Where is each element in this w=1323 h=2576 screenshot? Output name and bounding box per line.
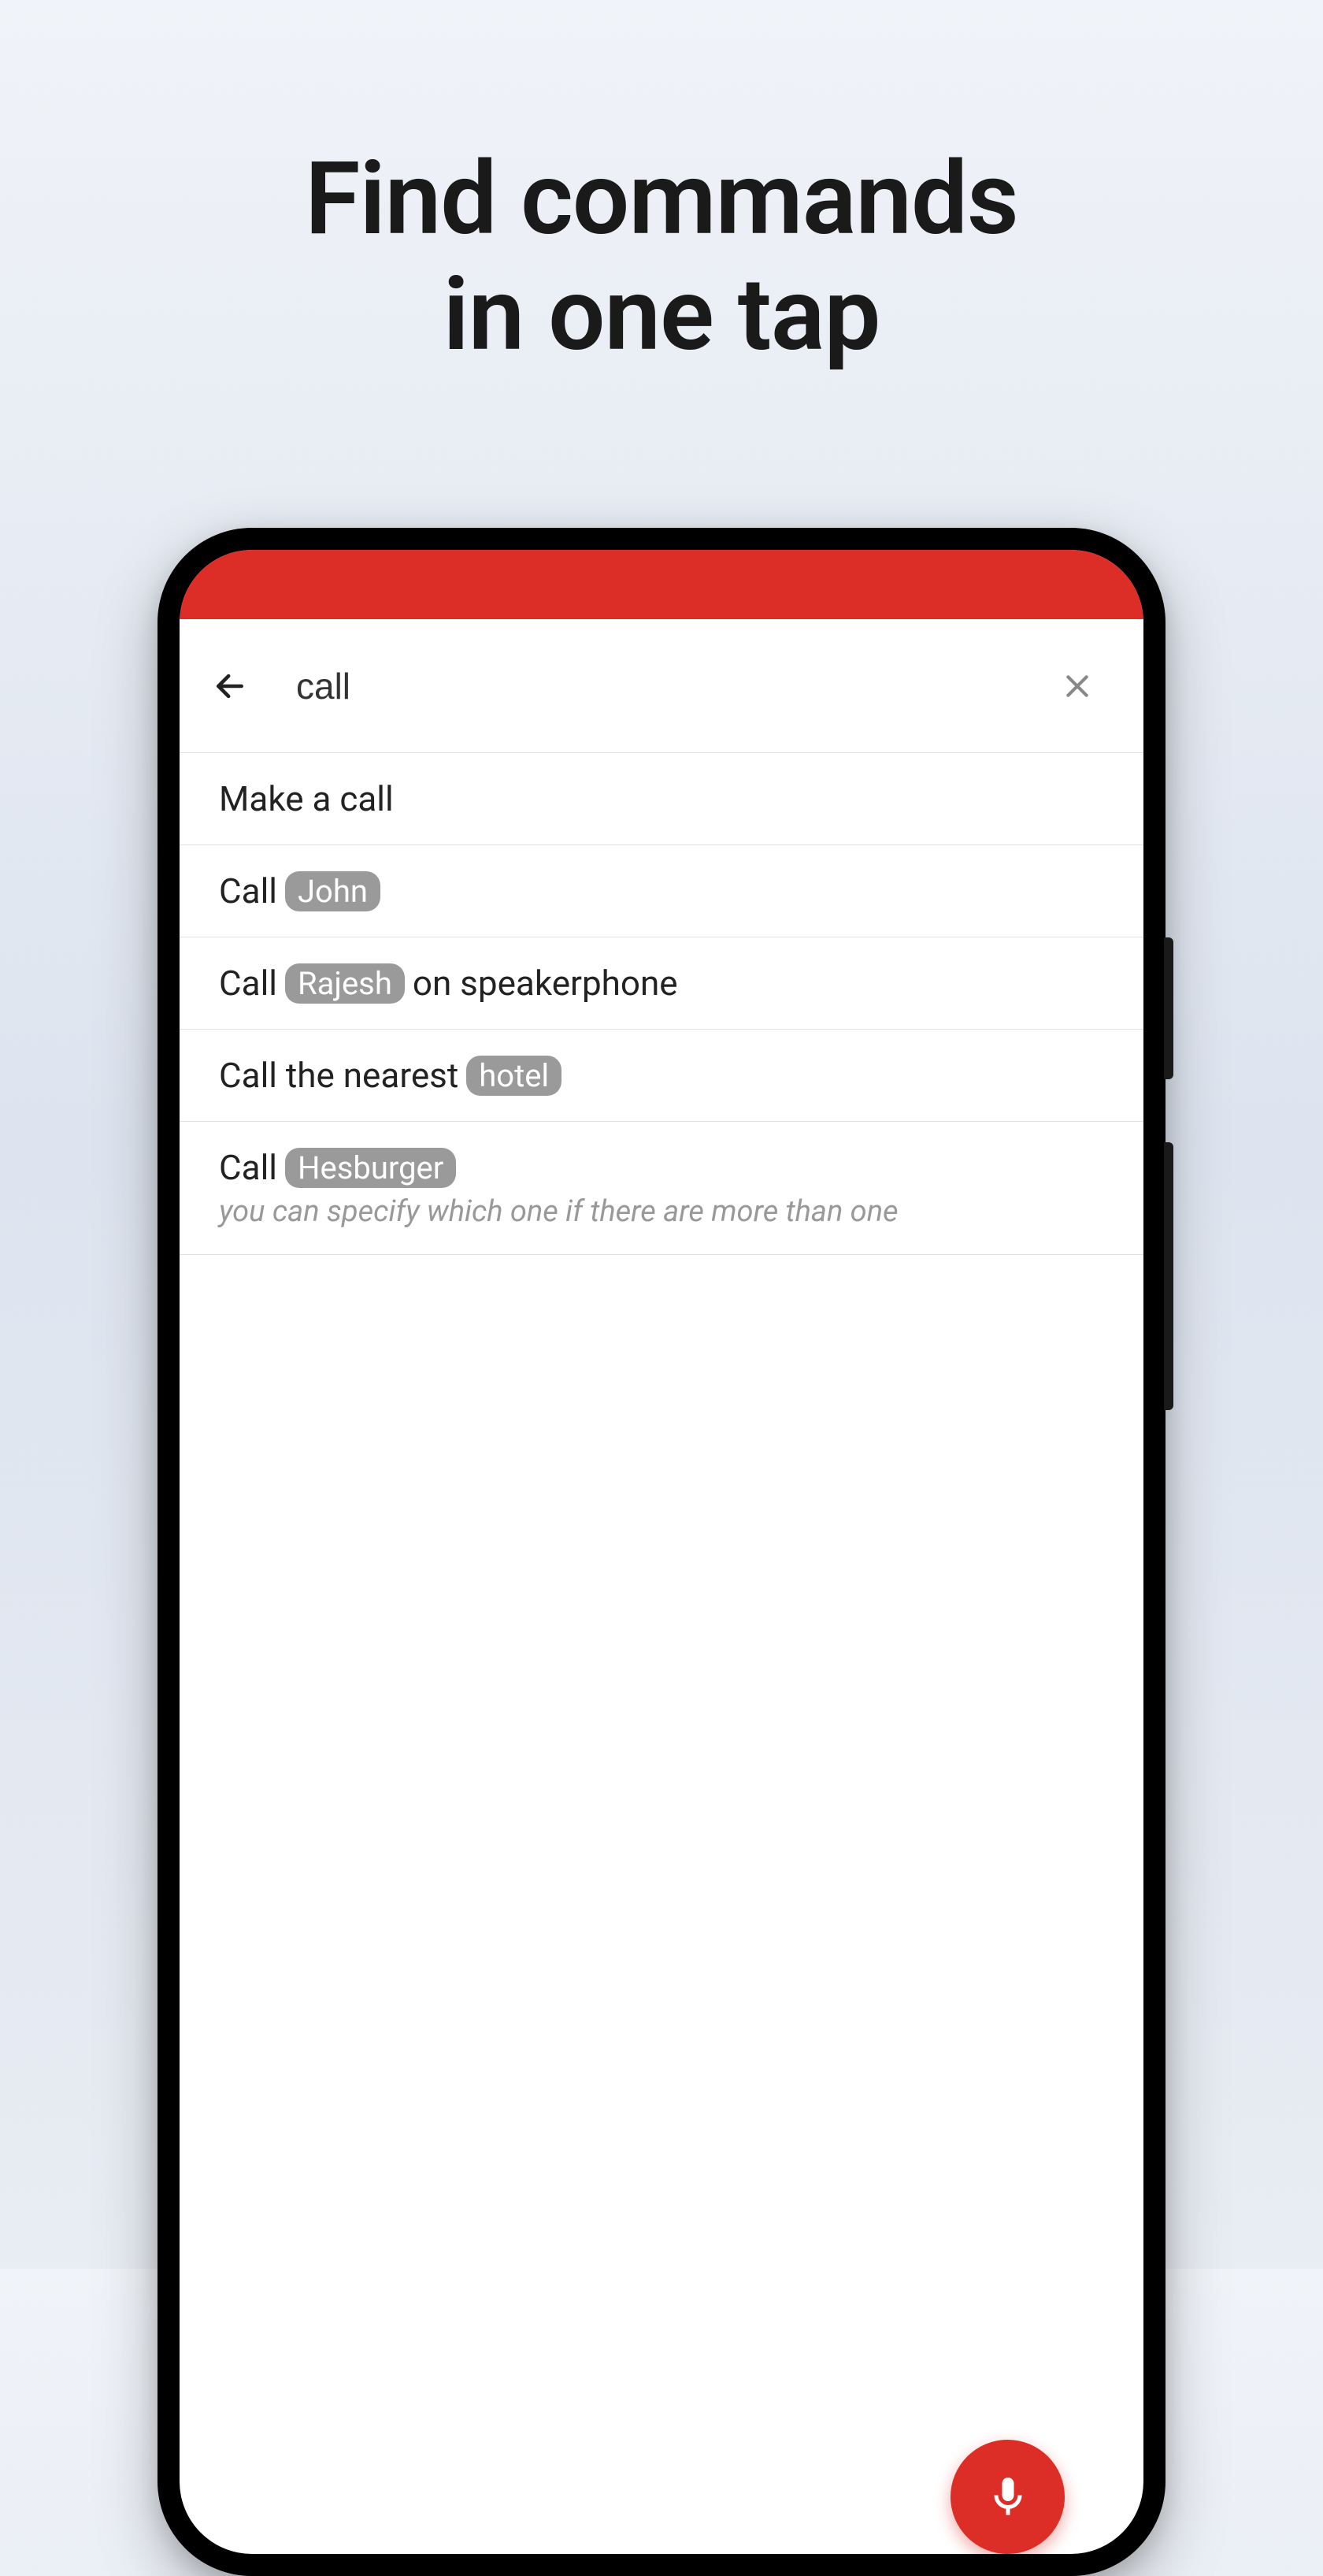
search-input[interactable] bbox=[249, 665, 1058, 707]
phone-frame: Make a callCallJohnCallRajeshon speakerp… bbox=[158, 528, 1166, 2576]
result-item[interactable]: CallHesburger you can specify which one i… bbox=[180, 1122, 1143, 1255]
result-main-line: CallHesburger bbox=[219, 1147, 1104, 1188]
result-suffix: on speakerphone bbox=[413, 963, 678, 1004]
search-header bbox=[180, 619, 1143, 753]
microphone-icon bbox=[984, 2474, 1032, 2521]
result-pill: Rajesh bbox=[285, 963, 405, 1004]
phone-screen: Make a callCallJohnCallRajeshon speakerp… bbox=[180, 550, 1143, 2554]
back-button[interactable] bbox=[211, 667, 249, 705]
result-prefix: Call bbox=[219, 963, 277, 1004]
result-main-line: Make a call bbox=[219, 778, 1104, 819]
back-arrow-icon bbox=[213, 669, 247, 703]
results-list: Make a callCallJohnCallRajeshon speakerp… bbox=[180, 753, 1143, 1255]
result-item[interactable]: CallRajeshon speakerphone bbox=[180, 937, 1143, 1030]
result-item[interactable]: CallJohn bbox=[180, 845, 1143, 937]
result-prefix: Make a call bbox=[219, 778, 394, 819]
status-bar bbox=[180, 550, 1143, 619]
mic-button[interactable] bbox=[951, 2440, 1065, 2554]
result-main-line: CallRajeshon speakerphone bbox=[219, 963, 1104, 1004]
result-pill: Hesburger bbox=[285, 1148, 456, 1188]
headline-line-2: in one tap bbox=[0, 258, 1323, 373]
close-icon bbox=[1062, 670, 1093, 702]
result-item[interactable]: Make a call bbox=[180, 753, 1143, 845]
result-prefix: Call bbox=[219, 1147, 277, 1188]
phone-side-button-1 bbox=[1164, 937, 1173, 1079]
result-pill: John bbox=[285, 871, 380, 911]
result-prefix: Call bbox=[219, 870, 277, 911]
result-main-line: Call the nearesthotel bbox=[219, 1055, 1104, 1096]
phone-side-button-2 bbox=[1164, 1142, 1173, 1410]
result-pill: hotel bbox=[466, 1056, 561, 1096]
headline-line-1: Find commands bbox=[0, 142, 1323, 258]
result-item[interactable]: Call the nearesthotel bbox=[180, 1030, 1143, 1122]
promo-headline: Find commands in one tap bbox=[0, 0, 1323, 373]
result-main-line: CallJohn bbox=[219, 870, 1104, 911]
result-prefix: Call the nearest bbox=[219, 1055, 458, 1096]
clear-button[interactable] bbox=[1058, 667, 1096, 705]
result-subtitle: you can specify which one if there are m… bbox=[219, 1194, 1104, 1229]
